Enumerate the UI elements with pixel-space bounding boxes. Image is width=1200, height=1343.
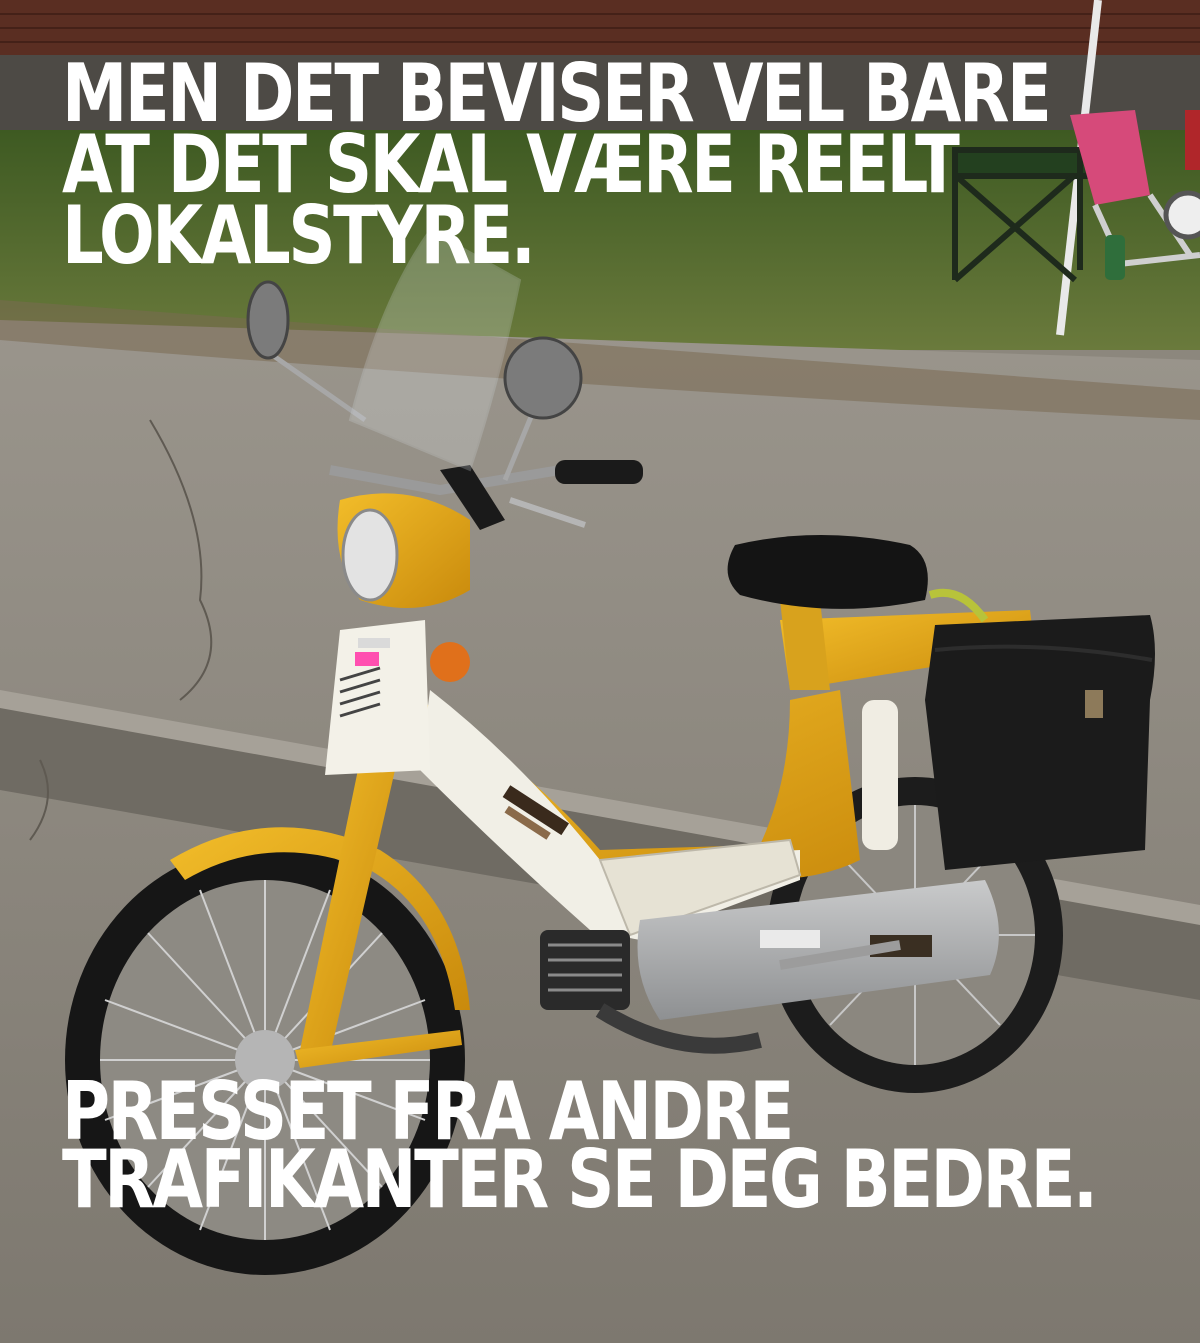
right-grip <box>555 460 643 484</box>
meme-bottom-text: PRESSET FRA ANDRE TRAFIKANTER SE DEG BED… <box>62 1072 1098 1226</box>
turn-signal <box>430 642 470 682</box>
headlight <box>341 508 399 602</box>
right-mirror <box>503 336 583 420</box>
seat <box>727 535 928 609</box>
price-sticker <box>355 652 379 666</box>
left-mirror <box>246 280 290 360</box>
honda-badge <box>358 638 390 648</box>
bottle <box>1105 235 1125 280</box>
saddlebag-latch <box>1085 690 1103 718</box>
engine-label <box>760 930 820 948</box>
rear-shock <box>862 700 898 850</box>
meme-top-text: MEN DET BEVISER VEL BARE AT DET SKAL VÆR… <box>62 54 1052 276</box>
meme-bottom-line: TRAFIKANTER SE DEG BEDRE. <box>62 1133 1098 1226</box>
cylinder <box>540 930 630 1010</box>
